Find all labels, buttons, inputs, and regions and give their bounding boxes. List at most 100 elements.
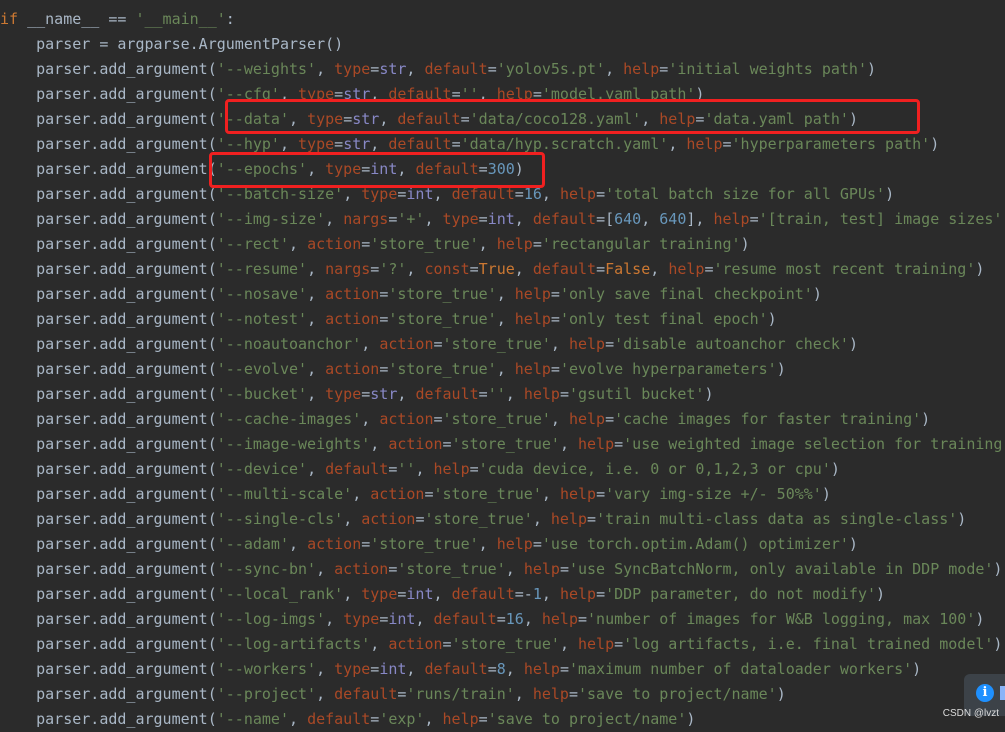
- code-token: type: [334, 60, 371, 78]
- code-token: parser.add_argument(: [0, 585, 217, 603]
- code-token: =: [487, 60, 497, 78]
- code-token: default: [532, 210, 597, 228]
- code-token: type: [334, 660, 371, 678]
- code-line: parser.add_argument('--adam', action='st…: [0, 532, 858, 557]
- code-token: ],: [686, 210, 714, 228]
- code-token: =: [433, 410, 443, 428]
- code-token: action: [379, 410, 434, 428]
- code-token: type: [442, 210, 479, 228]
- code-token: =: [424, 485, 434, 503]
- code-line: parser.add_argument('--bucket', type=str…: [0, 382, 713, 407]
- code-token: 'rectangular training': [541, 235, 741, 253]
- code-token: =: [550, 310, 560, 328]
- code-token: 'store_true': [433, 485, 542, 503]
- code-token: ): [704, 385, 714, 403]
- code-token: ,: [343, 585, 362, 603]
- code-token: 'disable autoanchor check': [614, 335, 849, 353]
- code-token: parser.add_argument(: [0, 310, 217, 328]
- code-token: =: [605, 410, 615, 428]
- code-token: '--workers': [216, 660, 317, 678]
- code-token: ,: [406, 660, 425, 678]
- code-token: 640: [659, 210, 687, 228]
- code-token: action: [379, 335, 434, 353]
- code-token: ): [930, 135, 940, 153]
- code-line: parser.add_argument('--noautoanchor', ac…: [0, 332, 858, 357]
- code-token: help: [568, 335, 606, 353]
- code-token: help: [550, 510, 588, 528]
- code-token: '--rect': [216, 235, 289, 253]
- code-token: ): [830, 460, 840, 478]
- code-token: ,: [541, 585, 560, 603]
- code-token: default: [325, 460, 389, 478]
- code-token: 'train multi-class data as single-class': [596, 510, 958, 528]
- code-token: str: [370, 385, 398, 403]
- code-token: default: [307, 710, 371, 728]
- code-token: ,: [289, 235, 308, 253]
- code-token: ): [776, 685, 786, 703]
- code-token: help: [559, 185, 597, 203]
- code-token: help: [433, 460, 470, 478]
- code-token: =: [559, 560, 569, 578]
- code-token: ): [848, 535, 858, 553]
- code-token: 1: [532, 585, 542, 603]
- code-token: '--local_rank': [216, 585, 344, 603]
- code-token: parser.add_argument(: [0, 635, 217, 653]
- code-token: parser.add_argument(: [0, 60, 217, 78]
- code-token: ,: [370, 435, 389, 453]
- code-token: =: [379, 610, 389, 628]
- code-token: 'store_true': [388, 285, 497, 303]
- code-token: =: [442, 635, 452, 653]
- code-token: =: [442, 435, 452, 453]
- code-token: ,: [650, 260, 669, 278]
- code-token: ,: [397, 385, 416, 403]
- code-token: '--device': [216, 460, 308, 478]
- code-line: parser.add_argument('--cache-images', ac…: [0, 407, 930, 432]
- code-token: 16: [505, 610, 524, 628]
- code-token: 'number of images for W&B logging, max 1…: [587, 610, 976, 628]
- code-token: ): [975, 610, 985, 628]
- code-token: default: [433, 610, 497, 628]
- code-token: '?': [379, 260, 407, 278]
- code-token: False: [605, 260, 651, 278]
- code-token: =: [451, 135, 461, 153]
- code-token: ,: [343, 510, 362, 528]
- watermark: CSDN @lvzt: [942, 708, 999, 719]
- code-token: parser.add_argument(: [0, 185, 217, 203]
- code-token: type: [343, 610, 380, 628]
- code-token: parser.add_argument(: [0, 160, 217, 178]
- code-token: ,: [550, 410, 569, 428]
- highlight-box-data: [225, 99, 920, 134]
- code-token: =: [379, 360, 389, 378]
- code-token: 'use SyncBatchNorm, only available in DD…: [568, 560, 994, 578]
- code-token: help: [496, 535, 533, 553]
- code-token: nargs: [325, 260, 371, 278]
- code-token: ): [776, 360, 786, 378]
- code-token: ,: [361, 335, 380, 353]
- code-token: '--bucket': [216, 385, 308, 403]
- code-token: 'gsutil bucket': [568, 385, 705, 403]
- code-token: =: [478, 385, 488, 403]
- code-token: action: [388, 435, 443, 453]
- code-token: 'runs/train': [406, 685, 515, 703]
- code-token: 'cache images for faster training': [614, 410, 922, 428]
- code-token: ,: [316, 660, 335, 678]
- code-token: ): [993, 560, 1003, 578]
- code-token: help: [559, 485, 597, 503]
- code-token: ,: [370, 135, 389, 153]
- code-token: 'initial weights path': [668, 60, 867, 78]
- code-token: ,: [505, 385, 524, 403]
- code-token: default: [424, 660, 488, 678]
- code-token: 'hyperparameters path': [731, 135, 931, 153]
- code-token: action: [307, 535, 362, 553]
- code-token: '': [487, 385, 506, 403]
- code-token: help: [623, 60, 660, 78]
- code-token: ,: [406, 60, 425, 78]
- code-token: ): [876, 585, 886, 603]
- code-line: parser.add_argument('--local_rank', type…: [0, 582, 885, 607]
- code-token: type: [325, 385, 362, 403]
- code-token: ,: [415, 610, 434, 628]
- code-token: help: [496, 235, 533, 253]
- code-line: parser.add_argument('--resume', nargs='?…: [0, 257, 984, 282]
- code-token: '--single-cls': [216, 510, 344, 528]
- code-token: ): [812, 285, 822, 303]
